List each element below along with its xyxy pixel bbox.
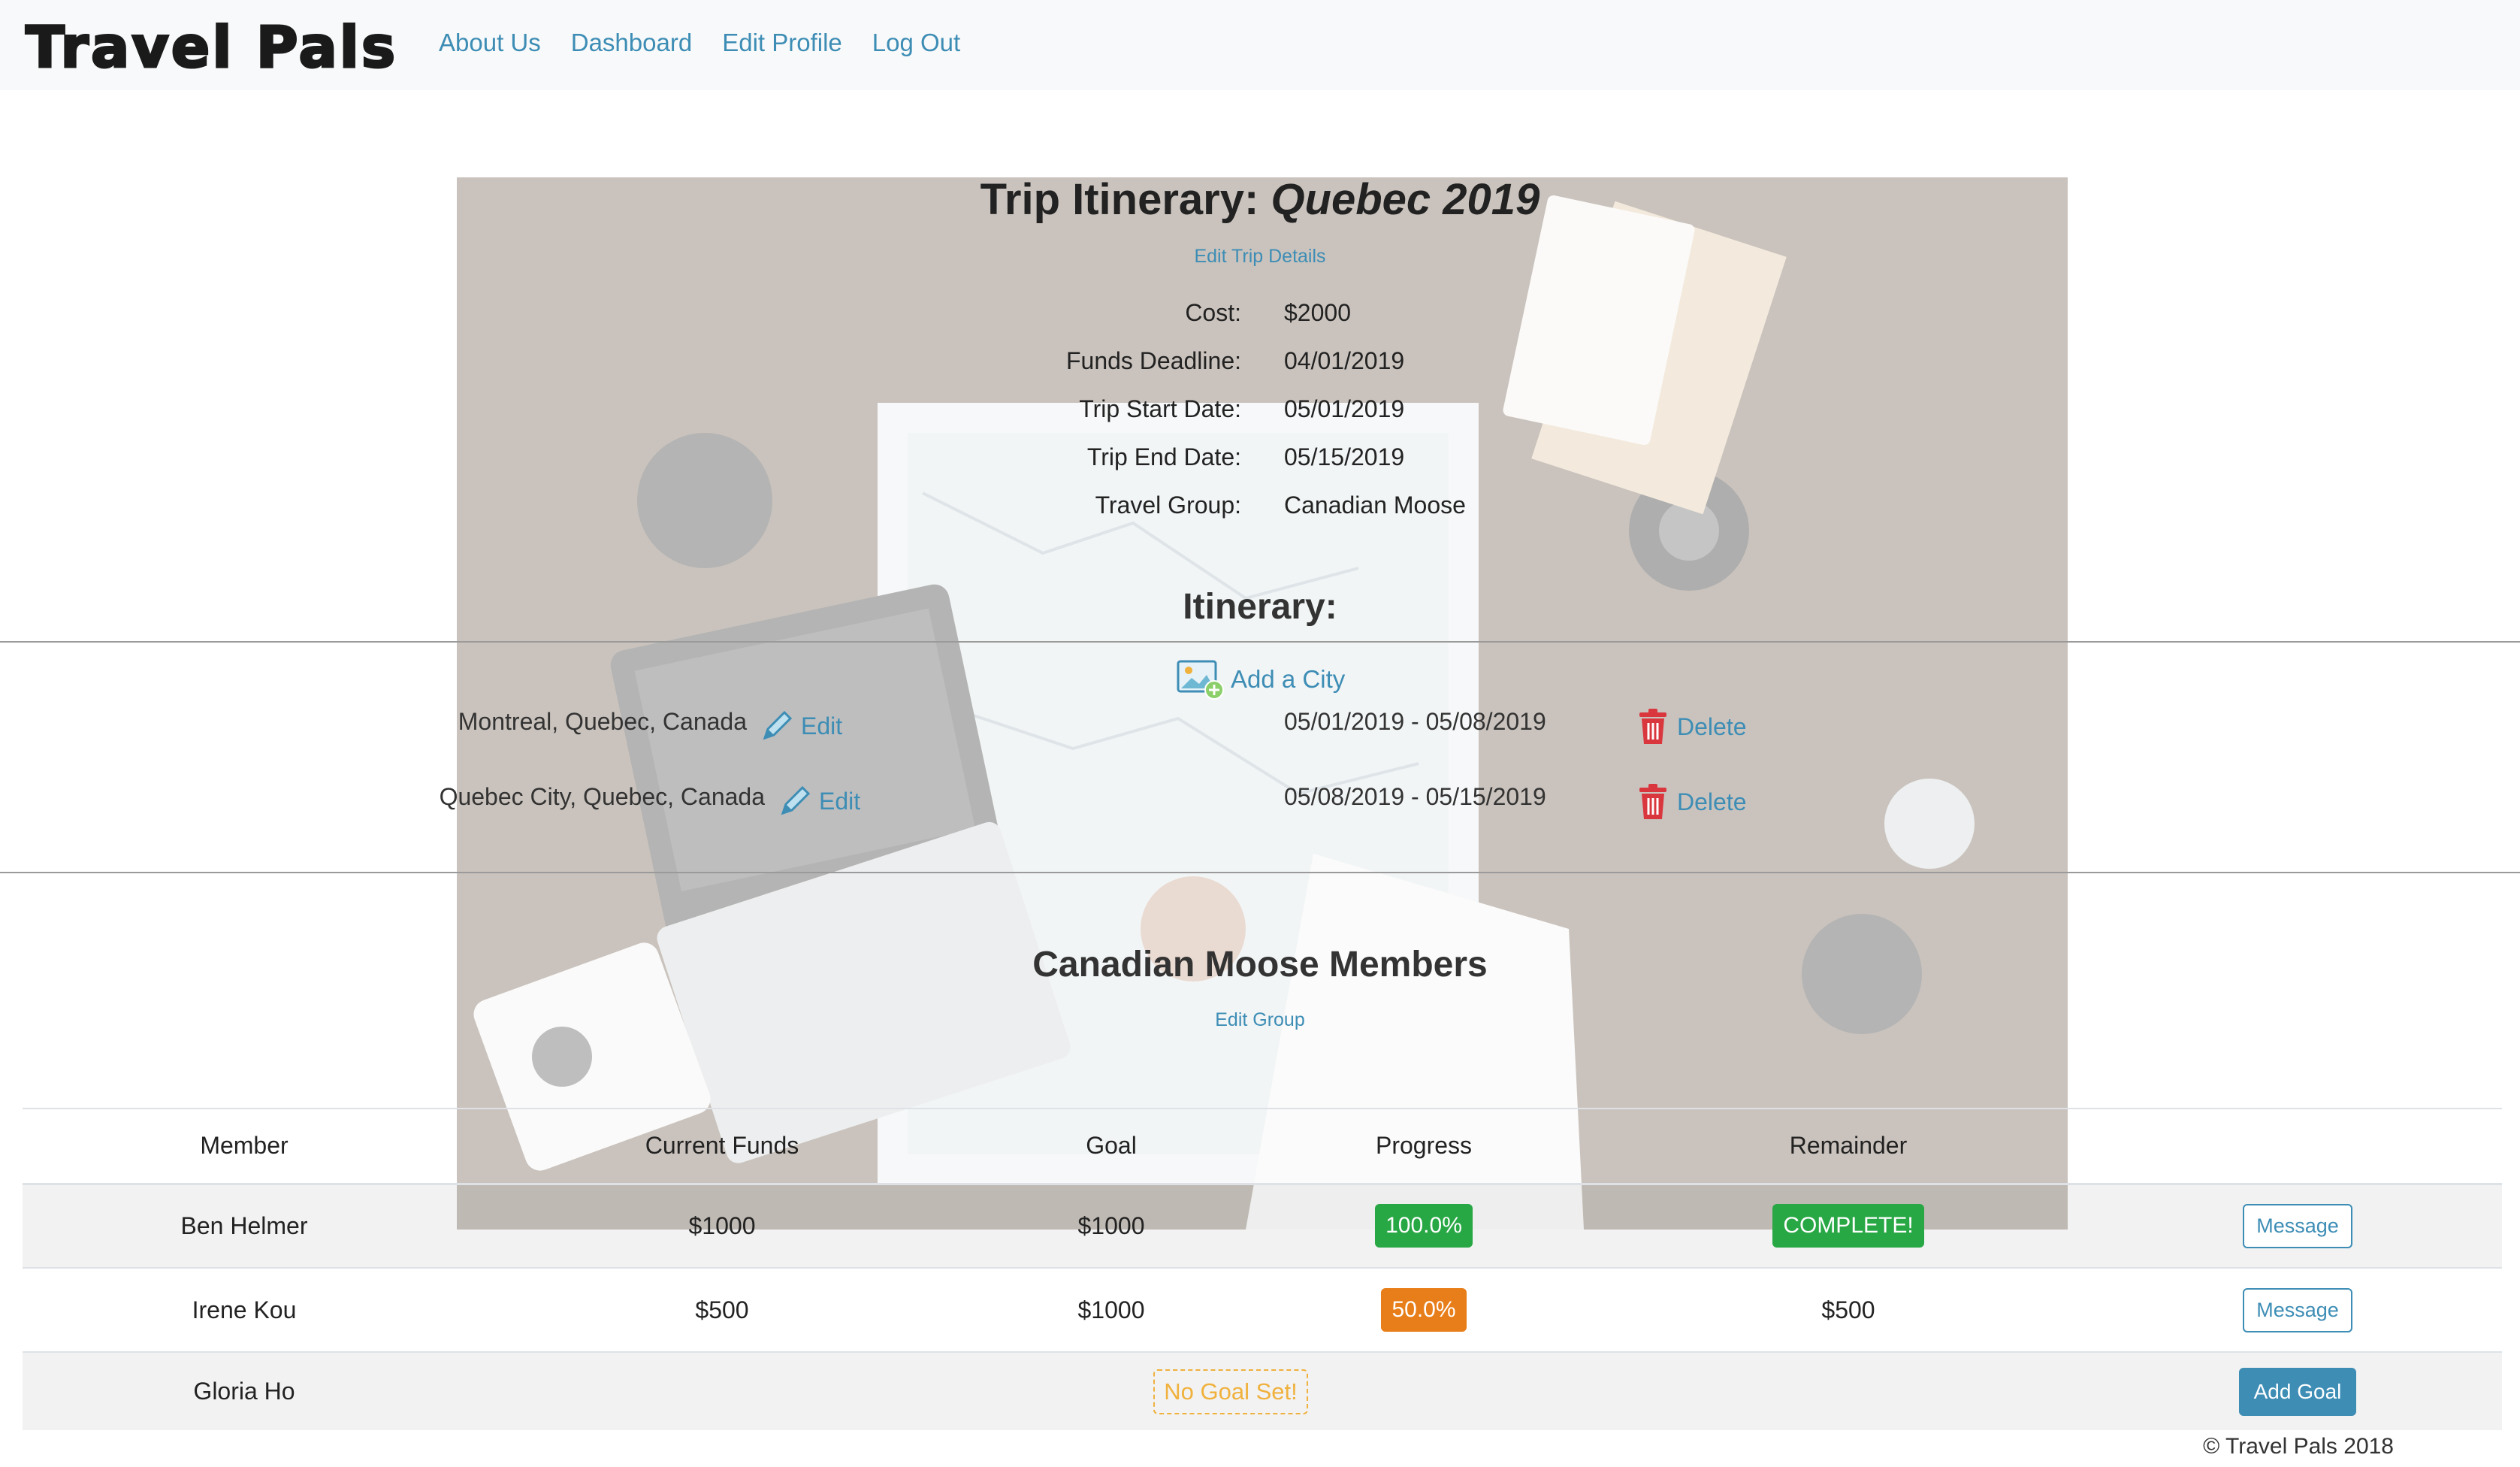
- members-table: Member Current Funds Goal Progress Remai…: [23, 1108, 2502, 1430]
- progress-badge: 100.0%: [1375, 1204, 1473, 1248]
- city-dates: 05/08/2019 - 05/15/2019: [1284, 783, 1546, 810]
- trip-title-prefix: Trip Itinerary:: [980, 175, 1271, 224]
- action-cell: Add Goal: [2093, 1352, 2502, 1430]
- detail-row-travel-group: Travel Group: Canadian Moose: [0, 492, 2520, 540]
- add-image-icon: [1177, 660, 1224, 700]
- itinerary-heading: Itinerary:: [1183, 587, 1337, 627]
- message-button[interactable]: Message: [2243, 1287, 2352, 1332]
- message-button[interactable]: Message: [2243, 1203, 2352, 1248]
- column-header-member: Member: [200, 1132, 289, 1160]
- detail-label: Cost:: [1185, 299, 1241, 326]
- action-cell: Message: [2093, 1268, 2502, 1352]
- edit-city-label: Edit: [819, 787, 861, 815]
- goal: $1000: [1077, 1211, 1145, 1239]
- detail-label: Funds Deadline:: [1065, 347, 1241, 374]
- current-funds: $1000: [688, 1211, 756, 1239]
- members-table-header: Member Current Funds Goal Progress Remai…: [23, 1109, 2502, 1184]
- remainder: $500: [1821, 1296, 1875, 1323]
- footer-copyright: © Travel Pals 2018: [2198, 1434, 2398, 1459]
- city-dates: 05/01/2019 - 05/08/2019: [1284, 708, 1546, 735]
- detail-value: 05/15/2019: [1284, 443, 1405, 470]
- no-goal-badge: No Goal Set!: [1153, 1369, 1308, 1414]
- detail-label: Travel Group:: [1095, 492, 1241, 519]
- detail-value: $2000: [1284, 299, 1351, 326]
- detail-label: Trip Start Date:: [1079, 395, 1241, 422]
- detail-value: Canadian Moose: [1284, 492, 1466, 519]
- detail-value: 05/01/2019: [1284, 395, 1405, 422]
- add-city-button[interactable]: Add a City: [1177, 658, 1345, 700]
- itinerary-divider-top: [0, 641, 2520, 643]
- column-header-progress: Progress: [1375, 1132, 1473, 1160]
- goal: $1000: [1077, 1296, 1145, 1323]
- edit-city-button[interactable]: Edit: [759, 708, 842, 744]
- detail-value: 04/01/2019: [1284, 347, 1405, 374]
- progress-cell: 50.0%: [1244, 1268, 1603, 1352]
- city-name: Quebec City, Quebec, Canada: [439, 783, 765, 810]
- column-header-current-funds: Current Funds: [645, 1132, 799, 1160]
- action-cell: Message: [2093, 1184, 2502, 1268]
- detail-row-trip-start-date: Trip Start Date: 05/01/2019: [0, 395, 2520, 443]
- detail-row-funds-deadline: Funds Deadline: 04/01/2019: [0, 347, 2520, 395]
- table-header-row: Member Current Funds Goal Progress Remai…: [23, 1109, 2502, 1184]
- complete-badge: COMPLETE!: [1772, 1204, 1924, 1248]
- delete-city-button[interactable]: Delete: [1638, 783, 1747, 821]
- edit-trip-details-link[interactable]: Edit Trip Details: [0, 246, 2520, 268]
- table-row: Irene Kou $500 $1000 50.0% $500 Message: [23, 1268, 2502, 1352]
- itinerary-divider-bottom: [0, 872, 2520, 873]
- column-header-actions: [2093, 1109, 2502, 1184]
- delete-city-label: Delete: [1677, 712, 1747, 740]
- edit-city-label: Edit: [801, 712, 843, 740]
- member-name: Ben Helmer: [180, 1211, 308, 1239]
- table-row: Ben Helmer $1000 $1000 100.0% COMPLETE! …: [23, 1184, 2502, 1268]
- column-header-goal: Goal: [1086, 1132, 1137, 1160]
- edit-group-link[interactable]: Edit Group: [0, 1009, 2520, 1031]
- trip-title: Trip Itinerary: Quebec 2019: [0, 174, 2520, 225]
- current-funds: $500: [695, 1296, 749, 1323]
- add-goal-button[interactable]: Add Goal: [2238, 1367, 2357, 1416]
- trip-name: Quebec 2019: [1271, 175, 1540, 224]
- progress-cell: 100.0%: [1244, 1184, 1603, 1268]
- members-table-body: Ben Helmer $1000 $1000 100.0% COMPLETE! …: [23, 1184, 2502, 1430]
- delete-city-button[interactable]: Delete: [1638, 708, 1747, 746]
- trash-icon: [1639, 784, 1666, 819]
- detail-row-cost: Cost: $2000: [0, 299, 2520, 347]
- city-row: Montreal, Quebec, Canada Edit 05/01/2019…: [0, 708, 2520, 753]
- add-city-label: Add a City: [1231, 665, 1346, 693]
- detail-label: Trip End Date:: [1086, 443, 1241, 470]
- progress-badge: 50.0%: [1381, 1288, 1467, 1332]
- pencil-icon: [781, 785, 811, 815]
- edit-city-button[interactable]: Edit: [777, 783, 860, 819]
- delete-city-label: Delete: [1677, 788, 1747, 815]
- remainder-cell: COMPLETE!: [1603, 1184, 2093, 1268]
- member-name: Gloria Ho: [193, 1378, 295, 1405]
- main-content: Trip Itinerary: Quebec 2019 Edit Trip De…: [0, 0, 2520, 1467]
- detail-row-trip-end-date: Trip End Date: 05/15/2019: [0, 443, 2520, 492]
- pencil-icon: [763, 710, 793, 740]
- city-row: Quebec City, Quebec, Canada Edit 05/08/2…: [0, 783, 2520, 828]
- no-goal-cell: No Goal Set!: [466, 1352, 2093, 1430]
- members-heading: Canadian Moose Members: [1032, 945, 1488, 985]
- table-row: Gloria Ho No Goal Set! Add Goal: [23, 1352, 2502, 1430]
- member-name: Irene Kou: [192, 1296, 297, 1323]
- city-name: Montreal, Quebec, Canada: [458, 708, 747, 735]
- trash-icon: [1639, 709, 1666, 744]
- column-header-remainder: Remainder: [1789, 1132, 1908, 1160]
